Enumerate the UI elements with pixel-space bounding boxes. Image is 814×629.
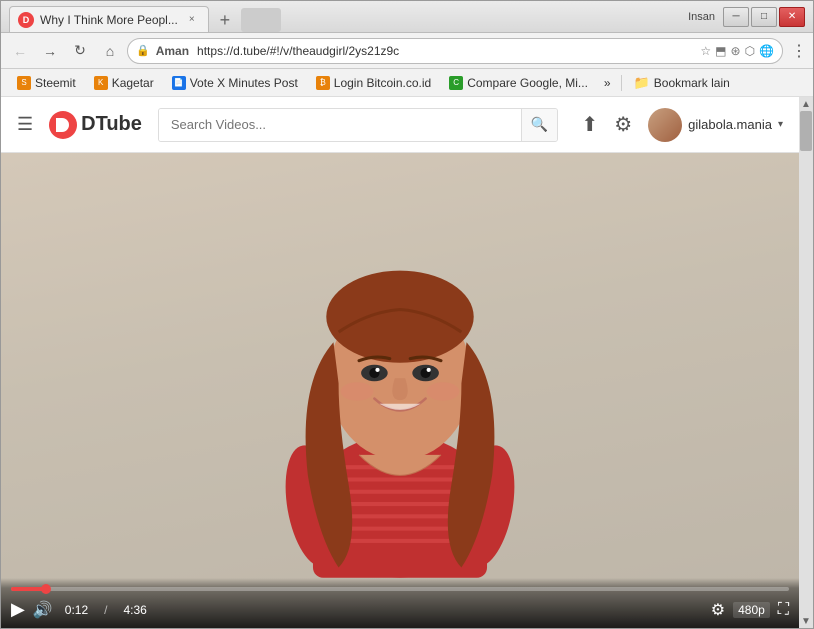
back-button[interactable]: ← — [7, 38, 33, 64]
video-area: ▶ 🔊 0:12 / 4:36 ⚙ 480p ⛶ — [1, 153, 799, 628]
dtube-logo[interactable]: DTube — [49, 111, 142, 139]
star-icon[interactable]: ☆ — [700, 44, 711, 58]
lock-icon: 🔒 — [136, 44, 150, 57]
dtube-logo-text: DTube — [81, 113, 142, 136]
bookmark-login-bitcoin[interactable]: ₿ Login Bitcoin.co.id — [308, 74, 439, 92]
scrollbar-thumb[interactable] — [800, 111, 812, 151]
woman-figure-svg — [210, 158, 590, 588]
extension-icon[interactable]: ⬡ — [745, 44, 755, 58]
current-time: 0:12 — [65, 603, 88, 617]
home-button[interactable]: ⌂ — [97, 38, 123, 64]
bookmark-steemit-icon: S — [17, 76, 31, 90]
bookmarks-folder-label: Bookmark lain — [654, 76, 730, 90]
volume-button[interactable]: 🔊 — [33, 600, 53, 620]
bookmark-steemit[interactable]: S Steemit — [9, 74, 84, 92]
dtube-header: ☰ DTube 🔍 ⬆ ⚙ — [1, 97, 799, 153]
bookmark-kagetar[interactable]: K Kagetar — [86, 74, 162, 92]
forward-button[interactable]: → — [37, 38, 63, 64]
bookmark-vote-icon: 📄 — [172, 76, 186, 90]
bookmark-compare[interactable]: C Compare Google, Mi... — [441, 74, 596, 92]
username-label: gilabola.mania — [688, 117, 772, 132]
bookmark-kagetar-label: Kagetar — [112, 76, 154, 90]
search-bar[interactable]: 🔍 — [158, 108, 558, 142]
bookmark-bitcoin-label: Login Bitcoin.co.id — [334, 76, 431, 90]
browser-window: D Why I Think More Peopl... × + Insan ─ … — [0, 0, 814, 629]
fullscreen-button[interactable]: ⛶ — [778, 601, 789, 619]
new-tab-button[interactable]: + — [213, 8, 237, 32]
user-avatar-area[interactable]: gilabola.mania ▾ — [648, 108, 783, 142]
bookmarks-divider — [621, 75, 622, 91]
bookmark-vote-label: Vote X Minutes Post — [190, 76, 298, 90]
dtube-logo-icon — [49, 111, 77, 139]
dropdown-arrow-icon: ▾ — [778, 119, 783, 130]
active-tab[interactable]: D Why I Think More Peopl... × — [9, 6, 209, 32]
bookmarks-folder[interactable]: 📁 Bookmark lain — [626, 73, 738, 93]
tab-list: D Why I Think More Peopl... × + — [9, 1, 349, 32]
settings-button[interactable]: ⚙ — [711, 600, 725, 620]
video-player[interactable]: ▶ 🔊 0:12 / 4:36 ⚙ 480p ⛶ — [1, 153, 799, 628]
scrollbar-track[interactable] — [799, 111, 813, 614]
video-content — [1, 153, 799, 628]
controls-row: ▶ 🔊 0:12 / 4:36 ⚙ 480p ⛶ — [11, 599, 789, 620]
search-input[interactable] — [159, 109, 521, 141]
search-icon: 🔍 — [531, 116, 548, 133]
scrollbar-up-arrow[interactable]: ▲ — [799, 97, 813, 111]
maximize-button[interactable]: □ — [751, 7, 777, 27]
bookmark-compare-label: Compare Google, Mi... — [467, 76, 588, 90]
bookmark-steemit-label: Steemit — [35, 76, 76, 90]
bookmark-compare-icon: C — [449, 76, 463, 90]
bookmarks-bar: S Steemit K Kagetar 📄 Vote X Minutes Pos… — [1, 69, 813, 97]
video-controls: ▶ 🔊 0:12 / 4:36 ⚙ 480p ⛶ — [1, 578, 799, 628]
app-area: ☰ DTube 🔍 ⬆ ⚙ — [1, 97, 813, 628]
bookmark-vote[interactable]: 📄 Vote X Minutes Post — [164, 74, 306, 92]
search-button[interactable]: 🔍 — [521, 108, 557, 142]
bookmark-kagetar-icon: K — [94, 76, 108, 90]
cast-icon[interactable]: ⬒ — [715, 44, 726, 58]
site-label: Aman — [156, 44, 189, 58]
close-button[interactable]: ✕ — [779, 7, 805, 27]
hamburger-menu-button[interactable]: ☰ — [17, 114, 33, 135]
dtube-app: ☰ DTube 🔍 ⬆ ⚙ — [1, 97, 799, 628]
folder-icon: 📁 — [634, 75, 650, 91]
progress-dot — [41, 584, 51, 594]
browser-more-button[interactable]: ⋮ — [791, 41, 807, 61]
scrollbar-down-arrow[interactable]: ▼ — [799, 614, 813, 628]
address-action-icons: ☆ ⬒ ⊛ ⬡ 🌐 — [700, 44, 774, 58]
titlebar: D Why I Think More Peopl... × + Insan ─ … — [1, 1, 813, 33]
tab-favicon: D — [18, 12, 34, 28]
globe-icon[interactable]: 🌐 — [759, 44, 774, 58]
shield-icon[interactable]: ⊛ — [731, 44, 741, 58]
scrollbar: ▲ ▼ — [799, 97, 813, 628]
time-separator: / — [104, 603, 107, 617]
dtube-d-svg — [54, 116, 72, 134]
window-controls: ─ □ ✕ — [723, 7, 805, 27]
play-button[interactable]: ▶ — [11, 599, 25, 620]
window-user-label: Insan — [688, 11, 715, 23]
refresh-button[interactable]: ↻ — [67, 38, 93, 64]
bookmarks-more-button[interactable]: » — [598, 74, 617, 92]
bookmark-bitcoin-icon: ₿ — [316, 76, 330, 90]
progress-fill — [11, 587, 46, 591]
minimize-button[interactable]: ─ — [723, 7, 749, 27]
progress-bar[interactable] — [11, 587, 789, 591]
address-bar[interactable]: 🔒 Aman https://d.tube/#!/v/theaudgirl/2y… — [127, 38, 783, 64]
header-icons: ⬆ ⚙ gilabola.mania ▾ — [581, 108, 783, 142]
upload-icon[interactable]: ⬆ — [581, 112, 598, 137]
tab-strip-extra — [241, 8, 281, 32]
tab-close-button[interactable]: × — [184, 12, 200, 28]
settings-icon[interactable]: ⚙ — [614, 112, 632, 137]
navbar: ← → ↻ ⌂ 🔒 Aman https://d.tube/#!/v/theau… — [1, 33, 813, 69]
user-avatar — [648, 108, 682, 142]
quality-badge[interactable]: 480p — [733, 602, 770, 618]
tab-title: Why I Think More Peopl... — [40, 13, 178, 27]
url-text: https://d.tube/#!/v/theaudgirl/2ys21z9c — [197, 44, 694, 58]
total-time: 4:36 — [123, 603, 146, 617]
